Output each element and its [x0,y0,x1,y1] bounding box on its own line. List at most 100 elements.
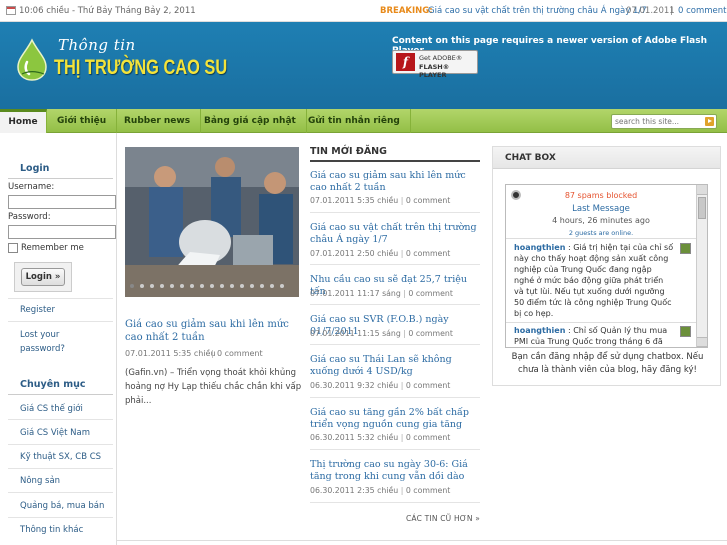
news-item-title[interactable]: Giá cao su giảm sau khi lên mức cao nhất… [310,170,482,194]
slider-dot[interactable] [170,284,174,288]
chat-message-text: Giá trị hiện tại của chỉ số này cho thấy… [514,243,674,318]
slider-dot[interactable] [220,284,224,288]
logo-script-text: Thông tin [58,36,136,54]
slider-dot[interactable] [150,284,154,288]
featured-news-title[interactable]: Giá cao su giảm sau khi lên mức cao nhất… [125,318,303,344]
spam-count: 87 spams blocked [564,191,638,200]
chat-scrollbar[interactable] [696,185,707,347]
login-button[interactable]: Login » [21,268,65,286]
lost-password-link[interactable]: Lost your password? [20,328,100,356]
slider-dot[interactable] [270,284,274,288]
news-item-comments[interactable]: 0 comment [406,249,450,258]
nav-home[interactable]: Home [0,109,47,133]
news-item-comments[interactable]: 0 comment [406,486,450,495]
news-item-date: 07.01.2011 11:15 sáng [310,329,401,338]
category-ky-thuat[interactable]: Kỹ thuật SX, CB CS [20,452,101,462]
scroll-down-icon[interactable] [697,337,707,347]
nav-rubber-news[interactable]: Rubber news [114,109,202,133]
chat-message: hoangthien : Giá trị hiện tại của chỉ số… [514,243,674,318]
slider-dot[interactable] [160,284,164,288]
remember-me-label: Remember me [21,243,84,253]
featured-news-comments[interactable]: 0 comment [217,349,263,358]
adobe-flash-icon: f [396,53,415,71]
category-thong-tin-khac[interactable]: Thông tin khác [20,525,83,535]
news-item-title[interactable]: Giá cao su tăng gần 2% bất chấp triển vọ… [310,407,482,431]
last-message-time: 4 hours, 26 minutes ago [552,216,650,225]
divider [8,298,113,299]
nav-bang-gia[interactable]: Bảng giá cập nhật [194,109,307,133]
flash-player-label: FLASH® PLAYER [419,63,450,79]
slider-dot[interactable] [130,284,134,288]
news-item-comments[interactable]: 0 comment [406,433,450,442]
breaking-date: 07.01.2011 [626,6,675,16]
search-box [611,114,717,129]
heading-underline [310,160,480,162]
last-message-link[interactable]: Last Message [506,204,696,214]
nav-gui-tin-nhan[interactable]: Gửi tin nhắn riêng [298,109,411,133]
search-input[interactable] [612,115,704,128]
slider-dot[interactable] [140,284,144,288]
slider-dot[interactable] [240,284,244,288]
get-flash-player-button[interactable]: f Get ADOBE® FLASH® PLAYER [392,50,478,79]
featured-news-image[interactable] [125,147,299,297]
slider-dot[interactable] [210,284,214,288]
remember-me-checkbox[interactable] [8,243,18,253]
divider [310,304,480,305]
category-gia-cs-viet-nam[interactable]: Giá CS Việt Nam [20,428,90,438]
news-item-comments[interactable]: 0 comment [406,381,450,390]
news-item-meta: 06.30.2011 2:35 chiều | 0 comment [310,486,450,495]
slider-dot[interactable] [190,284,194,288]
nav-gioi-thieu[interactable]: Giới thiệu [47,109,118,133]
current-date: 10:06 chiều - Thứ Bảy Tháng Bảy 2, 2011 [19,6,196,16]
news-item-title[interactable]: Giá cao su Thái Lan sẽ không xuống dưới … [310,354,482,378]
login-button-wrap: Login » [14,262,72,292]
top-bar: 10:06 chiều - Thứ Bảy Tháng Bảy 2, 2011 … [0,0,727,22]
divider [117,540,727,541]
slider-dot[interactable] [250,284,254,288]
news-item-meta: 07.01.2011 5:35 chiều | 0 comment [310,196,450,205]
divider [310,502,480,503]
separator: | [211,349,214,358]
main-nav: Home Giới thiệu Rubber news Bảng giá cập… [0,109,727,133]
breaking-label: BREAKING: [380,6,433,16]
slider-dot[interactable] [230,284,234,288]
news-item-date: 07.01.2011 5:35 chiều [310,196,399,205]
guests-online: 2 guests are online. [568,229,634,237]
news-item-meta: 06.30.2011 9:32 chiều | 0 comment [310,381,450,390]
slider-dot[interactable] [280,284,284,288]
username-field[interactable] [8,195,116,209]
latex-drop-logo-icon[interactable] [14,38,50,82]
flash-get-label: Get ADOBE® [419,54,463,62]
news-item-comments[interactable]: 0 comment [408,329,452,338]
news-item-meta: 07.01.2011 2:50 chiều | 0 comment [310,249,450,258]
news-item-title[interactable]: Giá cao su vật chất trên thị trường châu… [310,222,482,246]
search-go-icon[interactable] [705,117,714,126]
news-item-comments[interactable]: 0 comment [406,196,450,205]
divider [8,468,113,469]
chat-messages[interactable]: 87 spams blocked Last Message 4 hours, 2… [505,184,708,348]
register-link[interactable]: Register [20,305,55,315]
category-nong-san[interactable]: Nông sản [20,476,60,486]
older-news-link[interactable]: CÁC TIN CŨ HƠN » [406,514,480,523]
site-header: Thông tin THỊ TRƯỜNG CAO SU Content on t… [0,22,727,109]
news-item-date: 06.30.2011 2:35 chiều [310,486,399,495]
password-field[interactable] [8,225,116,239]
site-title[interactable]: THỊ TRƯỜNG CAO SU [54,56,227,80]
slider-dot[interactable] [200,284,204,288]
chat-username[interactable]: hoangthien [514,326,565,335]
scroll-up-icon[interactable] [697,185,707,195]
news-item-title[interactable]: Thị trường cao su ngày 30-6: Giá tăng tr… [310,459,482,483]
breaking-comments-link[interactable]: 0 comment [678,6,727,16]
breaking-news-link[interactable]: Giá cao su vật chất trên thị trường châu… [428,6,647,16]
slider-dot[interactable] [260,284,264,288]
divider [8,178,113,179]
scroll-thumb[interactable] [698,197,706,219]
divider [506,322,696,323]
category-quang-ba[interactable]: Quảng bá, mua bán [20,501,104,511]
category-gia-cs-the-gioi[interactable]: Giá CS thế giới [20,404,83,414]
chat-username[interactable]: hoangthien [514,243,565,252]
news-item-comments[interactable]: 0 comment [408,289,452,298]
slider-dot[interactable] [180,284,184,288]
separator: | [400,381,404,390]
featured-news-date: 07.01.2011 5:35 chiều [125,349,216,358]
